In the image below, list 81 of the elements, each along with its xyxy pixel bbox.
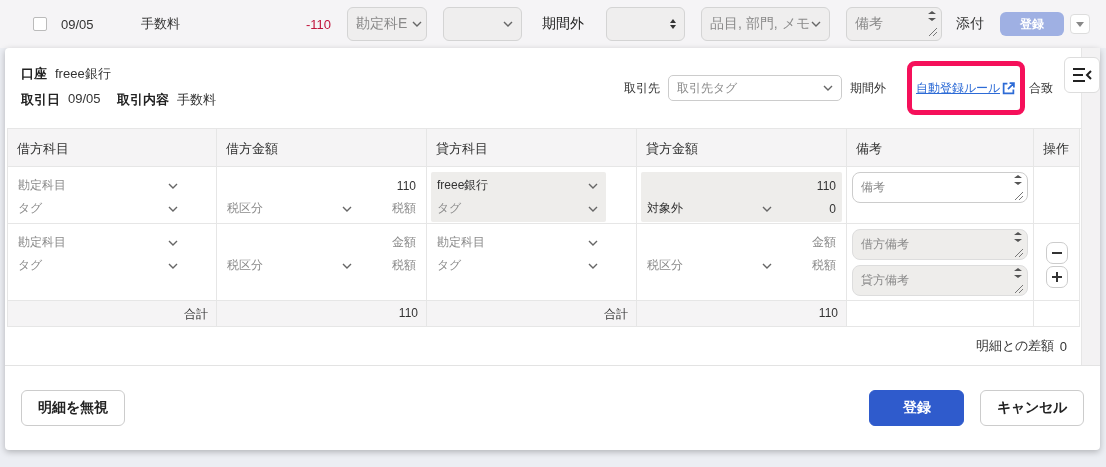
- memo-field[interactable]: 備考: [852, 172, 1028, 203]
- external-link-icon: [1002, 81, 1015, 95]
- amount-field[interactable]: 金額: [812, 234, 836, 251]
- amount-field[interactable]: 110: [396, 178, 416, 193]
- column-header: 貸方金額: [637, 129, 847, 167]
- total-amount: 110: [637, 301, 847, 327]
- account-select[interactable]: 勘定科目: [18, 174, 180, 197]
- items-select[interactable]: 品目, 部門, メモ: [701, 7, 830, 41]
- tax-class-select[interactable]: 対象外: [647, 197, 774, 220]
- column-header: 備考: [847, 129, 1034, 167]
- chevron-icon: [588, 205, 598, 212]
- tax-amount-field[interactable]: 税額: [392, 257, 416, 274]
- field-label: 取引内容: [116, 91, 169, 109]
- amount-field[interactable]: 110: [816, 178, 836, 193]
- difference-label: 明細との差額: [975, 337, 1054, 355]
- tax-class-select[interactable]: 税区分: [227, 254, 354, 277]
- register-button[interactable]: 登録: [869, 390, 964, 426]
- date-value: 09/05: [68, 91, 101, 108]
- chevron-icon: [168, 205, 178, 212]
- date-text: 09/05: [61, 16, 95, 32]
- ignore-button[interactable]: 明細を無視: [21, 390, 125, 426]
- total-label: 合計: [427, 301, 637, 327]
- tag-select[interactable]: タグ: [437, 197, 600, 220]
- chevron-icon: [342, 205, 352, 212]
- tax-class-select[interactable]: 税区分: [227, 197, 354, 220]
- difference-value: 0: [1059, 338, 1067, 354]
- add-row-button[interactable]: [1045, 266, 1068, 288]
- total-amount: 110: [217, 301, 427, 327]
- dropdown-button[interactable]: [1070, 14, 1090, 34]
- chevron-icon: [168, 239, 178, 246]
- match-text: 合致: [1029, 79, 1053, 97]
- description-text: 手数料: [141, 15, 181, 33]
- tag-select[interactable]: タグ: [18, 254, 180, 277]
- tax-class-select[interactable]: 税区分: [647, 254, 774, 277]
- account-select[interactable]: 勘定科目: [18, 231, 180, 254]
- attach-text: 添付: [956, 15, 984, 33]
- plus-icon: [1051, 272, 1062, 282]
- chevron-icon: [823, 85, 833, 91]
- caret-icon: [1076, 21, 1084, 27]
- amount-field[interactable]: 金額: [392, 234, 416, 251]
- column-header: 貸方科目: [427, 129, 637, 167]
- remove-row-button[interactable]: [1045, 242, 1068, 264]
- tag-select[interactable]: タグ: [437, 254, 600, 277]
- column-header: 借方科目: [8, 129, 217, 167]
- column-header: 借方金額: [217, 129, 427, 167]
- chevron-icon: [588, 239, 598, 246]
- cancel-button[interactable]: キャンセル: [980, 390, 1084, 426]
- chevron-icon: [762, 262, 772, 269]
- account-select[interactable]: 勘定科目: [437, 231, 600, 254]
- chevron-icon: [588, 262, 598, 269]
- rule-link[interactable]: 自動登録ルール: [916, 79, 1000, 97]
- chevron-icon: [588, 182, 598, 189]
- period-text: 期間外: [850, 79, 886, 97]
- chevron-icon: [342, 262, 352, 269]
- amount-text: -110: [304, 16, 331, 32]
- column-header: 操作: [1034, 129, 1080, 167]
- chevron-icon: [503, 21, 513, 27]
- memo-field[interactable]: 備考: [846, 7, 942, 41]
- chevron-icon: [811, 21, 821, 27]
- chevron-icon: [412, 21, 422, 27]
- account-select[interactable]: 勘定科E: [347, 7, 427, 41]
- field-label: 口座: [21, 65, 47, 83]
- partner-label: 取引先: [624, 79, 660, 97]
- chevron-icon: [762, 205, 772, 212]
- row-checkbox[interactable]: [33, 17, 47, 31]
- chevron-icon: [168, 262, 178, 269]
- tag-select[interactable]: タグ: [18, 197, 180, 220]
- content-value: 手数料: [176, 91, 216, 109]
- field-label: 取引日: [21, 91, 60, 109]
- tax-amount-field[interactable]: 税額: [812, 257, 836, 274]
- collapse-menu-icon: [1072, 68, 1092, 82]
- account-value: freee銀行: [55, 65, 111, 83]
- partner-select[interactable]: 取引先タグ: [668, 75, 842, 101]
- tax-amount-field[interactable]: 税額: [392, 200, 416, 217]
- menu-button[interactable]: [1064, 57, 1100, 93]
- chevron-icon: [168, 182, 178, 189]
- sort-icon: [670, 19, 676, 29]
- period-text: 期間外: [542, 15, 584, 33]
- total-label: 合計: [8, 301, 217, 327]
- account-select[interactable]: freee銀行: [437, 174, 600, 197]
- tax-amount-field[interactable]: 0: [829, 201, 836, 216]
